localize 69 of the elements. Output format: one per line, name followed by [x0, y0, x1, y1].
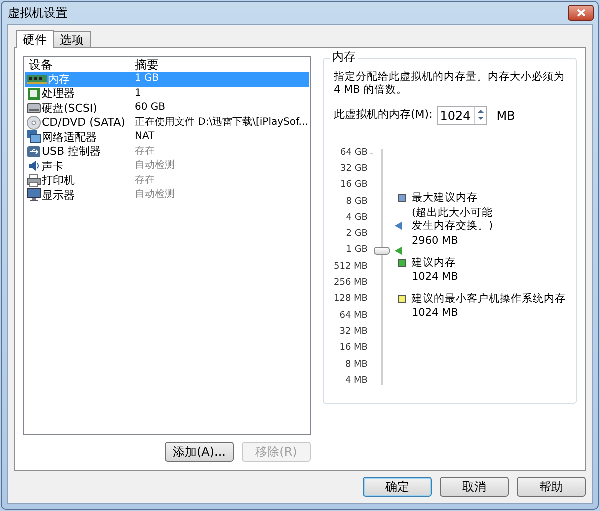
- window-title: 虚拟机设置: [8, 5, 68, 22]
- device-name: CD/DVD (SATA): [42, 117, 126, 128]
- processor-icon: [27, 86, 41, 101]
- monitor-icon: [27, 188, 41, 202]
- scale-label: 1 GB: [346, 246, 368, 256]
- tab[interactable]: 选项: [53, 31, 91, 47]
- device-row[interactable]: CD/DVD (SATA) 正在使用文件 D:\迅雷下载\[iPlaySof...: [25, 116, 309, 130]
- device-summary: 1 GB: [134, 74, 160, 84]
- device-name: 显示器: [42, 190, 75, 201]
- device-summary: 60 GB: [134, 103, 166, 114]
- scale-label: 128 MB: [334, 295, 368, 304]
- device-row[interactable]: 处理器 1: [25, 86, 309, 101]
- usb-icon: [27, 144, 41, 159]
- device-summary: 正在使用文件 D:\迅雷下载\[iPlaySof...: [134, 118, 308, 128]
- device-name: 网络适配器: [42, 132, 97, 143]
- device-name: USB 控制器: [42, 146, 102, 158]
- device-name: 声卡: [42, 160, 64, 172]
- device-name: 内存: [48, 74, 70, 85]
- scale-label: 8 MB: [345, 360, 368, 370]
- tab[interactable]: 硬件: [16, 30, 54, 48]
- speaker-icon: [27, 159, 41, 174]
- group-title: 内存: [330, 51, 358, 63]
- legend-title: 建议的最小客户机操作系统内存: [412, 294, 566, 304]
- printer-icon: [27, 174, 41, 188]
- legend-title: 最大建议内存: [412, 193, 478, 204]
- unit-label: MB: [496, 108, 516, 124]
- scale-label: 64 MB: [340, 312, 368, 321]
- device-summary: 自动检测: [134, 190, 175, 200]
- memory-chip-icon: [27, 74, 47, 84]
- legend-value: 2960 MB: [411, 236, 460, 246]
- device-summary: 1: [134, 88, 142, 99]
- add-button[interactable]: 添加(A)...: [165, 442, 234, 462]
- legend-note: (超出此大小可能发生内存交换。): [412, 206, 494, 232]
- device-summary: NAT: [134, 132, 155, 142]
- scale-label: 32 MB: [340, 328, 368, 337]
- scale-label: 4 MB: [345, 376, 368, 386]
- scale-label: 512 MB: [334, 262, 368, 272]
- scale-label: 8 GB: [346, 198, 368, 207]
- disc-icon: [27, 116, 41, 130]
- device-name: 硬盘(SCSI): [42, 102, 98, 114]
- scale-label: 2 GB: [346, 230, 368, 240]
- network-monitor-icon: [27, 130, 41, 144]
- legend-value: 1024 MB: [411, 308, 460, 318]
- scale-label: 256 MB: [334, 279, 368, 288]
- scale-label: 32 GB: [340, 164, 368, 174]
- close-icon: [576, 9, 586, 17]
- close-button[interactable]: [568, 5, 594, 21]
- scale-label: 64 GB: [340, 148, 368, 158]
- legend-title: 建议内存: [412, 258, 456, 268]
- device-name: 处理器: [42, 88, 75, 100]
- scale-label: 16 MB: [340, 344, 368, 354]
- dialog-button[interactable]: 确定: [363, 477, 432, 497]
- device-summary: 自动检测: [134, 161, 175, 172]
- device-name: 打印机: [42, 175, 75, 186]
- device-row[interactable]: 硬盘(SCSI) 60 GB: [25, 101, 309, 116]
- scale-label: 16 GB: [340, 181, 368, 190]
- column-header[interactable]: 摘要: [133, 59, 159, 71]
- column-header[interactable]: 设备: [25, 59, 133, 71]
- memory-field-label: 此虚拟机的内存(M):: [334, 107, 433, 124]
- device-summary: 存在: [134, 146, 155, 157]
- memory-spin-field[interactable]: 1024: [436, 106, 487, 125]
- device-summary: 存在: [134, 176, 155, 186]
- dialog-button[interactable]: 帮助: [517, 477, 586, 497]
- slider-thumb[interactable]: [374, 247, 390, 256]
- legend-value: 1024 MB: [411, 272, 460, 282]
- scale-label: 4 GB: [346, 214, 368, 223]
- memory-description: 指定分配给此虚拟机的内存量。内存大小必须为 4 MB 的倍数。: [334, 71, 566, 97]
- device-row[interactable]: 网络适配器 NAT: [25, 130, 309, 144]
- dialog-button[interactable]: 取消: [440, 477, 509, 497]
